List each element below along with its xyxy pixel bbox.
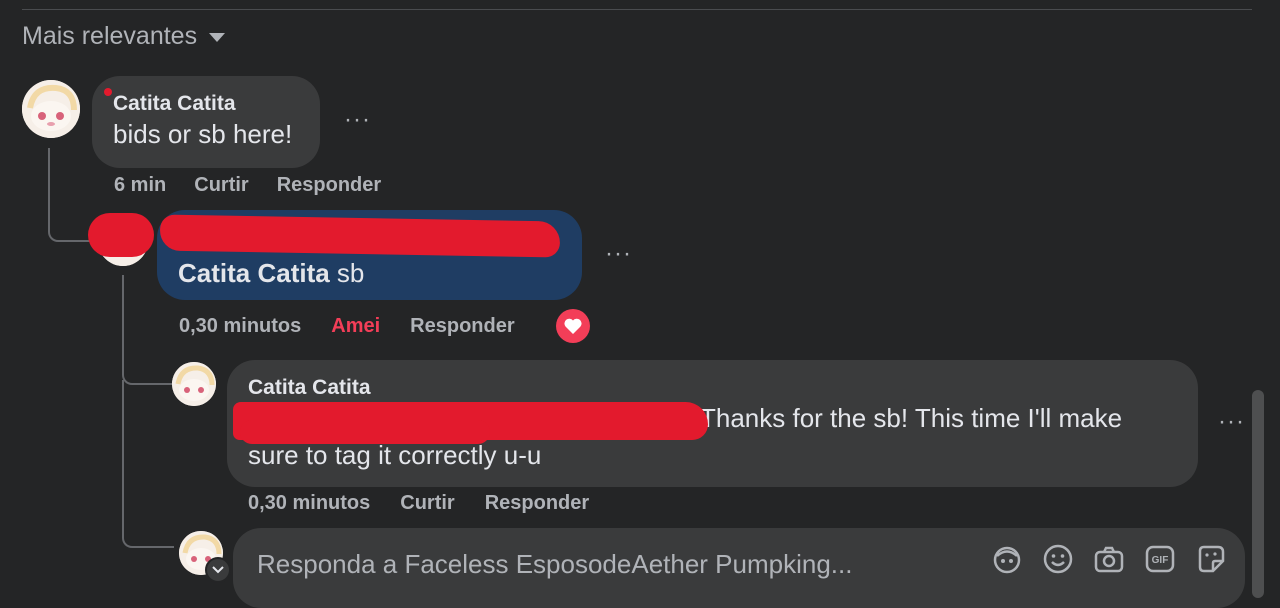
more-options-button[interactable]: ··· [1218, 410, 1245, 434]
redaction-mark [88, 213, 154, 257]
reply-button[interactable]: Responder [277, 174, 381, 197]
online-dot [104, 88, 112, 96]
like-button[interactable]: Curtir [400, 492, 454, 515]
comment-author[interactable]: Catita Catita [248, 376, 1178, 400]
gif-icon[interactable]: GIF [1144, 543, 1176, 575]
avatar-sticker-icon[interactable] [991, 543, 1023, 575]
sort-label: Mais relevantes [22, 22, 198, 50]
redaction-mark [159, 214, 561, 258]
top-divider [22, 9, 1252, 10]
comment-timestamp[interactable]: 0,30 minutos [248, 492, 370, 515]
comment-actions: 0,30 minutos Amei Responder [179, 315, 515, 338]
comment-text: sb [329, 258, 365, 288]
thread-line-3 [122, 380, 174, 548]
comment-author[interactable]: Catita Catita [113, 92, 300, 116]
reply-button[interactable]: Responder [410, 315, 514, 338]
chevron-down-icon [212, 566, 224, 574]
comment-text: bids or sb here! [113, 119, 293, 149]
svg-text:GIF: GIF [1152, 555, 1169, 566]
camera-icon[interactable] [1093, 543, 1125, 575]
redaction-mark [240, 420, 490, 444]
more-options-button[interactable]: ··· [605, 242, 632, 266]
reply-input[interactable] [255, 545, 979, 583]
scrollbar-thumb[interactable] [1252, 390, 1264, 598]
like-button[interactable]: Curtir [194, 174, 248, 197]
account-switch-badge[interactable] [205, 557, 231, 583]
sticker-icon[interactable] [1195, 543, 1227, 575]
heart-icon[interactable] [556, 309, 590, 343]
reply-button[interactable]: Responder [485, 492, 589, 515]
more-options-button[interactable]: ··· [344, 108, 371, 132]
comment-actions: 0,30 minutos Curtir Responder [248, 492, 589, 515]
mention-link[interactable]: Catita Catita [178, 258, 330, 288]
comment-actions: 6 min Curtir Responder [114, 174, 381, 197]
composer-tools: GIF [991, 543, 1227, 575]
avatar[interactable] [22, 80, 80, 138]
comment-timestamp[interactable]: 0,30 minutos [179, 315, 301, 338]
comment-bubble[interactable]: Catita Catita bids or sb here! [92, 76, 320, 168]
sort-dropdown[interactable]: Mais relevantes [22, 22, 227, 51]
comment-timestamp[interactable]: 6 min [114, 174, 166, 197]
caret-down-icon [209, 32, 226, 42]
emoji-icon[interactable] [1042, 543, 1074, 575]
reply-composer: GIF [233, 528, 1245, 608]
avatar[interactable] [172, 362, 216, 406]
love-reaction-button[interactable]: Amei [331, 315, 380, 338]
